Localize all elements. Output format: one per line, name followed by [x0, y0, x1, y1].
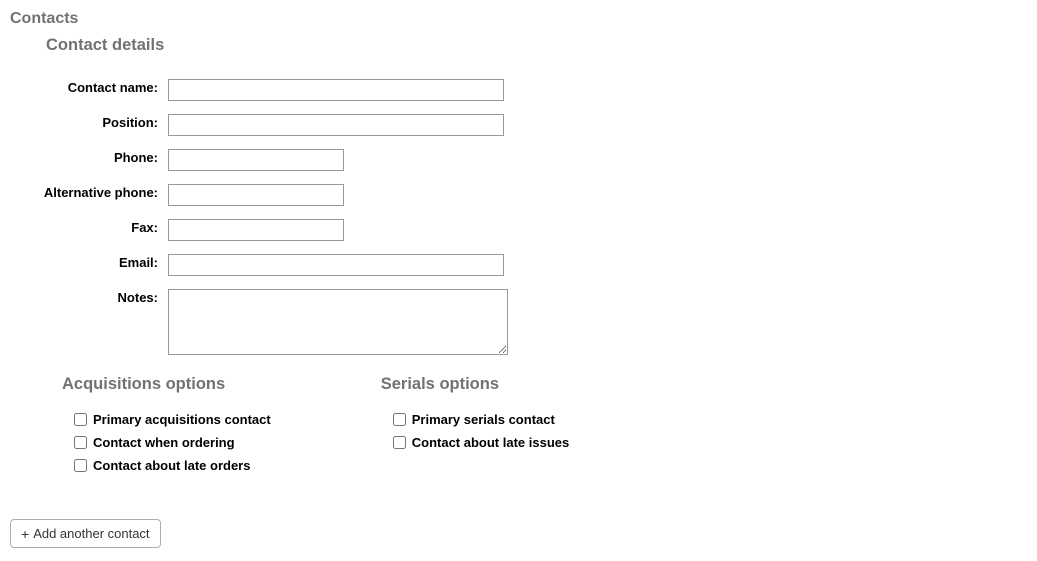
- contacts-heading: Contacts: [10, 10, 1027, 28]
- alternative-phone-label: Alternative phone:: [38, 184, 168, 201]
- contact-when-ordering-label: Contact when ordering: [93, 435, 235, 450]
- position-input[interactable]: [168, 114, 504, 136]
- plus-icon: +: [21, 527, 29, 541]
- primary-serials-checkbox[interactable]: [393, 413, 406, 426]
- contact-late-issues-label: Contact about late issues: [412, 435, 569, 450]
- acquisitions-options-section: Acquisitions options Primary acquisition…: [62, 375, 271, 481]
- contact-late-orders-label: Contact about late orders: [93, 458, 250, 473]
- notes-label: Notes:: [38, 289, 168, 306]
- primary-acquisitions-label: Primary acquisitions contact: [93, 412, 271, 427]
- add-another-contact-button[interactable]: + Add another contact: [10, 519, 161, 548]
- add-another-contact-label: Add another contact: [33, 526, 149, 541]
- phone-input[interactable]: [168, 149, 344, 171]
- contact-details-heading: Contact details: [46, 36, 1027, 55]
- notes-textarea[interactable]: [168, 289, 508, 355]
- email-label: Email:: [38, 254, 168, 271]
- contact-name-label: Contact name:: [38, 79, 168, 96]
- primary-serials-label: Primary serials contact: [412, 412, 555, 427]
- phone-label: Phone:: [38, 149, 168, 166]
- contact-when-ordering-checkbox[interactable]: [74, 436, 87, 449]
- fax-label: Fax:: [38, 219, 168, 236]
- serials-options-heading: Serials options: [381, 375, 569, 394]
- contact-details-form: Contact name: Position: Phone: Alternati…: [28, 71, 1027, 355]
- serials-options-section: Serials options Primary serials contact …: [381, 375, 569, 481]
- contact-name-input[interactable]: [168, 79, 504, 101]
- primary-acquisitions-checkbox[interactable]: [74, 413, 87, 426]
- acquisitions-options-heading: Acquisitions options: [62, 375, 271, 394]
- contact-late-orders-checkbox[interactable]: [74, 459, 87, 472]
- email-input[interactable]: [168, 254, 504, 276]
- contact-late-issues-checkbox[interactable]: [393, 436, 406, 449]
- alternative-phone-input[interactable]: [168, 184, 344, 206]
- fax-input[interactable]: [168, 219, 344, 241]
- position-label: Position:: [38, 114, 168, 131]
